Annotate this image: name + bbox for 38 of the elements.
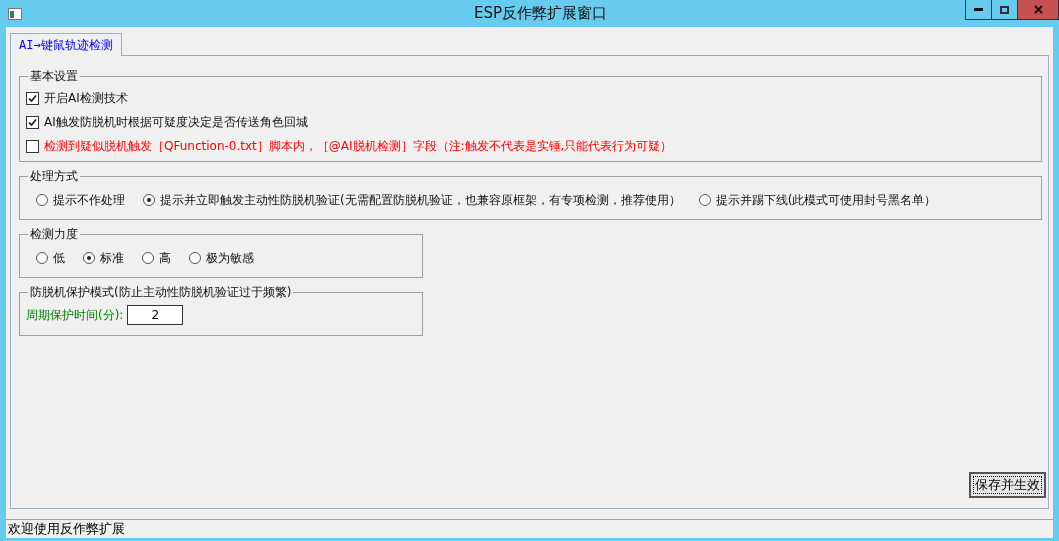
check-icon — [28, 93, 37, 103]
radio-label: 提示并踢下线(此模式可使用封号黑名单） — [715, 191, 937, 209]
radio-label: 提示不作处理 — [53, 191, 125, 209]
radio-button[interactable] — [142, 252, 154, 264]
radio-label: 提示并立即触发主动性防脱机验证(无需配置防脱机验证，也兼容原框架，有专项检测，推荐使用） — [160, 191, 681, 209]
minimize-button[interactable] — [965, 0, 992, 20]
close-icon — [1033, 5, 1043, 14]
checkbox-label: 开启AI检测技术 — [44, 89, 128, 107]
input-field[interactable]: 2 — [127, 305, 184, 325]
close-button[interactable] — [1017, 0, 1059, 20]
tab[interactable]: AI→键鼠轨迹检测 — [10, 33, 122, 56]
group-title: 处理方式 — [29, 168, 79, 185]
minimize-icon — [974, 8, 983, 11]
radio-button[interactable] — [698, 194, 711, 206]
maximize-icon — [1000, 5, 1009, 14]
save-button[interactable]: 保存并生效 — [969, 472, 1046, 498]
radio-label: 高 — [159, 249, 171, 267]
group-title: 基本设置 — [29, 68, 79, 85]
radio-button[interactable] — [143, 194, 155, 206]
checkbox-label: 检测到疑似脱机触发［QFunction-0.txt］脚本内，［@AI脱机检测］字段（注:触发不代表是实锤,只能代表行为可疑） — [44, 137, 673, 155]
radio-button[interactable] — [36, 194, 48, 206]
field-label: 周期保护时间(分): — [26, 306, 124, 324]
checkbox[interactable] — [26, 115, 39, 129]
checkbox-label: AI触发防脱机时根据可疑度决定是否传送角色回城 — [44, 113, 308, 131]
radio-label: 标准 — [100, 249, 124, 267]
radio-button[interactable] — [83, 252, 95, 264]
app-icon — [8, 7, 22, 20]
status-bar: 欢迎使用反作弊扩展 — [6, 519, 1053, 538]
group-title: 检测力度 — [29, 226, 79, 243]
radio-label: 低 — [53, 249, 65, 267]
checkbox[interactable] — [26, 91, 39, 105]
checkbox[interactable] — [26, 139, 39, 153]
group-title: 防脱机保护模式(防止主动性防脱机验证过于频繁) — [29, 284, 293, 301]
radio-label: 极为敏感 — [206, 249, 254, 267]
window-title: ESP反作弊扩展窗口 — [473, 4, 607, 23]
radio-button[interactable] — [36, 252, 48, 264]
radio-button[interactable] — [189, 252, 201, 264]
check-icon — [28, 117, 37, 127]
